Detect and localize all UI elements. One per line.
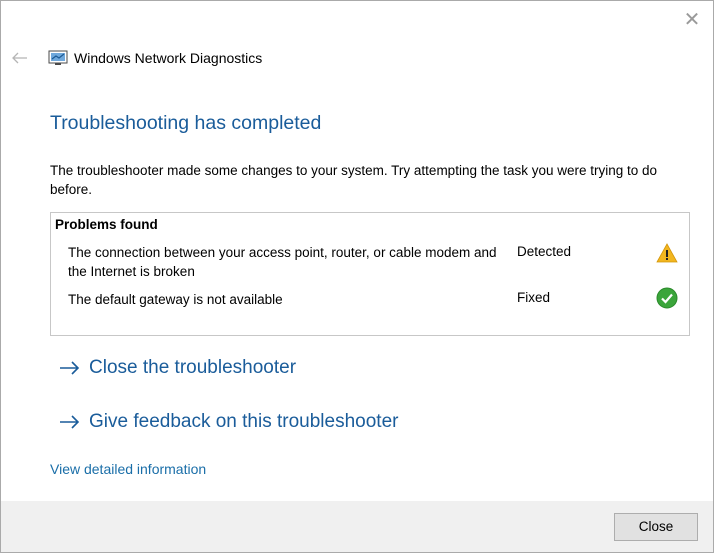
arrow-right-icon bbox=[60, 361, 80, 375]
problem-description: The connection between your access point… bbox=[68, 245, 497, 279]
view-detailed-information-link[interactable]: View detailed information bbox=[50, 461, 206, 477]
close-troubleshooter-label: Close the troubleshooter bbox=[89, 357, 297, 378]
problems-panel: Problems found The connection between yo… bbox=[50, 212, 690, 336]
window-close-icon[interactable]: ✕ bbox=[681, 9, 703, 31]
window-title: Windows Network Diagnostics bbox=[74, 50, 263, 66]
description-text: The troubleshooter made some changes to … bbox=[50, 163, 658, 197]
back-arrow-icon[interactable] bbox=[10, 49, 30, 67]
network-diagnostics-icon bbox=[48, 49, 68, 67]
footer-bar: Close bbox=[1, 501, 713, 552]
warning-icon bbox=[656, 242, 678, 264]
arrow-right-icon bbox=[60, 415, 80, 429]
problems-title: Problems found bbox=[55, 217, 158, 232]
check-icon bbox=[656, 287, 678, 309]
page-title: Troubleshooting has completed bbox=[50, 112, 322, 134]
close-button[interactable]: Close bbox=[614, 513, 698, 541]
give-feedback-link[interactable]: Give feedback on this troubleshooter bbox=[59, 411, 398, 433]
problem-status: Detected bbox=[517, 244, 572, 259]
problem-description: The default gateway is not available bbox=[68, 292, 283, 307]
give-feedback-label: Give feedback on this troubleshooter bbox=[89, 411, 399, 432]
problem-status: Fixed bbox=[517, 290, 551, 305]
dialog-window: ✕ Windows Network Diagnostics Troublesho… bbox=[0, 0, 714, 553]
close-troubleshooter-link[interactable]: Close the troubleshooter bbox=[59, 357, 296, 379]
